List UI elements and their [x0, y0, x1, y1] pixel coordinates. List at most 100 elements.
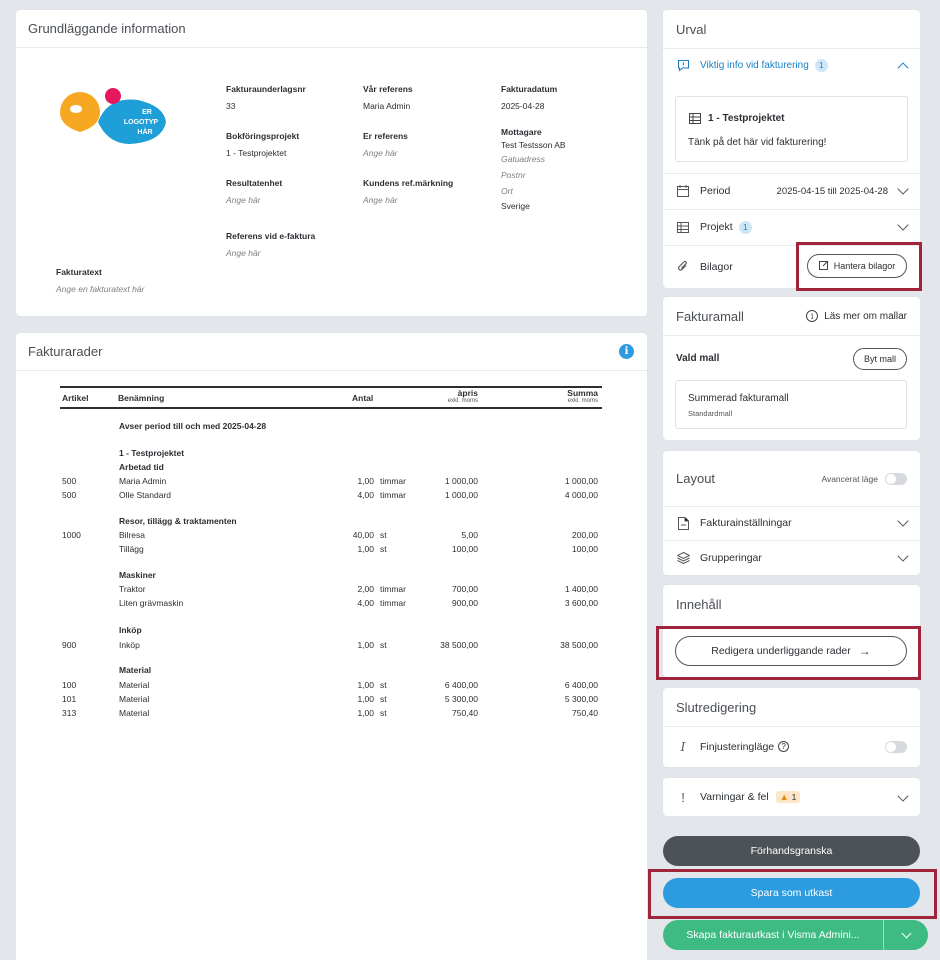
col-name: Benämning	[118, 393, 165, 403]
calendar-icon	[676, 184, 690, 198]
groupings-row[interactable]: Grupperingar	[663, 540, 920, 575]
cell-qty: 1,00	[357, 476, 374, 486]
table-row[interactable]: Liten grävmaskin 4,00 timmar 900,00 3 60…	[60, 598, 602, 612]
country-value[interactable]: Sverige	[501, 201, 566, 211]
invoice-settings-row[interactable]: Fakturainställningar	[663, 506, 920, 540]
zip-placeholder[interactable]: Postnr	[501, 170, 566, 180]
layers-icon	[676, 551, 690, 565]
table-icon	[688, 111, 702, 125]
cell-unit: st	[380, 640, 387, 650]
cell-price: 5,00	[461, 530, 478, 540]
chevron-down-icon	[897, 790, 909, 802]
note-project: 1 - Testprojektet	[708, 112, 785, 124]
template-sub: Standardmall	[688, 409, 733, 418]
final-edit-title: Slutredigering	[676, 699, 757, 715]
field-label: Kundens ref.märkning	[363, 178, 454, 188]
cell-price: 1 000,00	[444, 490, 478, 500]
field-customer-ref[interactable]: Kundens ref.märkning Ange här	[363, 178, 453, 205]
important-info-toggle[interactable]: Viktig info vid fakturering 1	[663, 48, 920, 82]
create-draft-button[interactable]: Skapa fakturautkast i Visma Admini...	[663, 920, 884, 950]
field-invoice-text[interactable]: Fakturatext Ange en fakturatext här	[56, 267, 144, 294]
cell-name: Traktor	[119, 584, 146, 594]
cell-name: Material	[119, 708, 150, 718]
field-placeholder[interactable]: Ange här	[363, 195, 453, 205]
invoice-settings-label: Fakturainställningar	[700, 517, 792, 529]
fine-tune-row: I Finjusteringläge ?	[663, 726, 920, 767]
highlight-box	[796, 242, 922, 291]
field-value[interactable]: 1 - Testprojektet	[226, 148, 299, 158]
field-your-reference[interactable]: Er referens Ange här	[363, 131, 408, 158]
warnings-card[interactable]: ! Varningar & fel ▲ 1	[663, 778, 920, 816]
field-invoice-date[interactable]: Fakturadatum 2025-04-28	[501, 84, 557, 111]
field-placeholder[interactable]: Ange en fakturatext här	[56, 284, 144, 294]
field-placeholder[interactable]: Ange här	[363, 148, 408, 158]
group-label-travel: Resor, tillägg & traktamenten	[119, 516, 237, 526]
field-accounting-project[interactable]: Bokföringsprojekt 1 - Testprojektet	[226, 131, 299, 158]
read-more-link[interactable]: i Läs mer om mallar	[806, 310, 907, 322]
cell-qty: 1,00	[357, 708, 374, 718]
cell-price: 700,00	[452, 584, 478, 594]
street-placeholder[interactable]: Gatuadress	[501, 154, 566, 164]
cell-unit: timmar	[380, 490, 406, 500]
group-heading: Inköp	[60, 625, 602, 639]
content-header: Innehåll	[663, 585, 920, 623]
field-value[interactable]: Maria Admin	[363, 101, 413, 111]
cell-qty: 4,00	[357, 598, 374, 608]
project-selector[interactable]: Projekt 1	[663, 209, 920, 245]
table-row[interactable]: 101 Material 1,00 st 5 300,00 5 300,00	[60, 694, 602, 708]
italic-icon: I	[680, 739, 686, 754]
field-recipient[interactable]: Mottagare Test Testsson AB Gatuadress Po…	[501, 127, 566, 211]
help-icon[interactable]: ?	[778, 741, 790, 752]
groupings-label: Grupperingar	[700, 551, 762, 564]
table-row[interactable]: 900 Inköp 1,00 st 38 500,00 38 500,00	[60, 640, 602, 654]
preview-label: Förhandsgranska	[750, 845, 833, 857]
table-row[interactable]: 100 Material 1,00 st 6 400,00 6 400,00	[60, 680, 602, 694]
highlight-box	[656, 626, 921, 680]
attachments-label: Bilagor	[700, 260, 733, 273]
field-value[interactable]: 2025-04-28	[501, 101, 557, 111]
note-header: 1 - Testprojektet	[688, 111, 785, 125]
important-info-label: Viktig info vid fakturering	[700, 59, 809, 71]
cell-name: Tillägg	[119, 544, 144, 554]
table-row[interactable]: 500 Maria Admin 1,00 timmar 1 000,00 1 0…	[60, 476, 602, 490]
field-label: Bokföringsprojekt	[226, 131, 300, 141]
city-placeholder[interactable]: Ort	[501, 186, 566, 196]
period-selector[interactable]: Period 2025-04-15 till 2025-04-28	[663, 173, 920, 209]
selection-header: Urval	[663, 10, 920, 48]
template-header: Fakturamall i Läs mer om mallar	[663, 297, 920, 335]
change-template-button[interactable]: Byt mall	[853, 348, 907, 370]
table-row[interactable]: 1000 Bilresa 40,00 st 5,00 200,00	[60, 530, 602, 544]
cell-qty: 1,00	[357, 544, 374, 554]
field-placeholder[interactable]: Ange här	[226, 195, 282, 205]
cell-sum: 4 000,00	[564, 490, 598, 500]
field-einvoice-ref[interactable]: Referens vid e-faktura Ange här	[226, 231, 315, 258]
field-result-unit[interactable]: Resultatenhet Ange här	[226, 178, 282, 205]
cell-price: 750,40	[452, 708, 478, 718]
table-row[interactable]: Traktor 2,00 timmar 700,00 1 400,00	[60, 584, 602, 598]
project-note-box: 1 - Testprojektet Tänk på det här vid fa…	[675, 96, 908, 162]
cell-name: Inköp	[119, 640, 140, 650]
field-label: Vår referens	[363, 84, 413, 94]
field-our-reference[interactable]: Vår referens Maria Admin	[363, 84, 413, 111]
template-box[interactable]: Summerad fakturamall Standardmall	[675, 380, 907, 429]
advanced-mode-toggle[interactable]	[885, 473, 907, 485]
cell-unit: timmar	[380, 584, 406, 594]
invoice-rows-header: Fakturarader	[16, 333, 647, 371]
table-row[interactable]: 313 Material 1,00 st 750,40 750,40	[60, 708, 602, 722]
table-row[interactable]: Tillägg 1,00 st 100,00 100,00	[60, 544, 602, 558]
chevron-down-icon	[897, 515, 909, 527]
recipient-name[interactable]: Test Testsson AB	[501, 140, 566, 150]
field-placeholder[interactable]: Ange här	[226, 248, 315, 258]
info-icon[interactable]: i	[619, 344, 634, 359]
period-label: Period	[700, 185, 731, 197]
preview-button[interactable]: Förhandsgranska	[663, 836, 920, 866]
create-draft-dropdown[interactable]	[884, 920, 928, 950]
col-price-sub: exkl. moms	[447, 398, 478, 404]
field-label: Er referens	[363, 131, 408, 141]
table-row[interactable]: 500 Olle Standard 4,00 timmar 1 000,00 4…	[60, 490, 602, 504]
cell-article: 101	[62, 694, 77, 704]
fine-tune-toggle[interactable]	[885, 741, 907, 753]
group-label-purchase: Inköp	[119, 625, 142, 635]
cell-article: 500	[62, 490, 77, 500]
warnings-row[interactable]: ! Varningar & fel ▲ 1	[663, 778, 920, 816]
